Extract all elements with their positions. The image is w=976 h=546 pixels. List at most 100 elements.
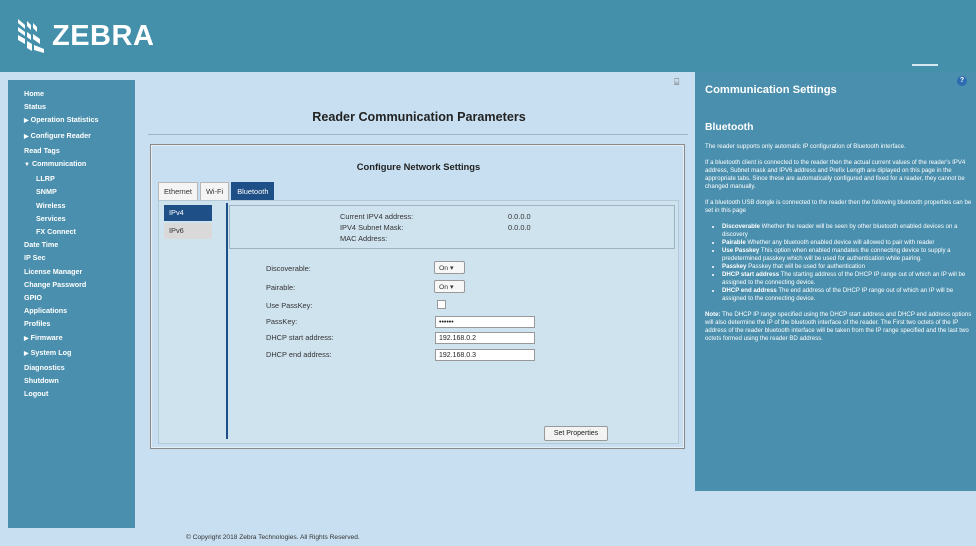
- caret-right-icon: ▶: [24, 335, 29, 342]
- print-icon[interactable]: ⌸: [674, 77, 679, 88]
- help-bullet: Discoverable Whether the reader will be …: [722, 223, 973, 239]
- caret-right-icon: ▶: [24, 350, 29, 357]
- sidebar-item-label: Read Tags: [24, 145, 60, 155]
- sidebar-item-llrp[interactable]: LLRP: [8, 172, 135, 185]
- help-bullet: Passkey Passkey that will be used for au…: [722, 263, 973, 271]
- subtab-ipv4[interactable]: IPv4: [164, 205, 212, 221]
- tab-ethernet[interactable]: Ethernet: [158, 182, 198, 200]
- current-ipv4-value: 0.0.0.0: [508, 212, 531, 221]
- sidebar-item-label: Firmware: [30, 332, 63, 342]
- panel-title: Configure Network Settings: [356, 161, 481, 172]
- help-bullet-list: Discoverable Whether the reader will be …: [722, 223, 973, 303]
- sidebar-item-label: Communication: [31, 159, 87, 169]
- sidebar-item-label: Date Time: [24, 240, 59, 250]
- sidebar-item-wireless[interactable]: Wireless: [8, 199, 135, 212]
- dhcp-end-input[interactable]: [435, 349, 535, 361]
- sidebar-item-label: Change Password: [24, 279, 87, 289]
- sidebar-item-gpio[interactable]: GPIO: [8, 291, 135, 304]
- header: ZEBRA: [0, 0, 976, 72]
- passkey-label: PassKey:: [266, 317, 298, 326]
- brand-name: ZEBRA: [52, 19, 155, 52]
- mac-address-label: MAC Address:: [340, 234, 388, 243]
- help-paragraph: If a bluetooth USB dongle is connected t…: [705, 199, 972, 214]
- sidebar-item-status[interactable]: Status: [8, 100, 135, 113]
- passkey-input[interactable]: [435, 316, 535, 328]
- sidebar-item-date-time[interactable]: Date Time: [8, 238, 135, 251]
- sidebar-item-applications[interactable]: Applications: [8, 304, 135, 317]
- current-ipv4-label: Current IPV4 address:: [340, 212, 414, 221]
- ip-info-box: Current IPV4 address: 0.0.0.0 IPV4 Subne…: [229, 205, 675, 249]
- sidebar-item-change-password[interactable]: Change Password: [8, 278, 135, 291]
- help-note: Note: The DHCP IP range specified using …: [705, 311, 972, 342]
- sidebar-item-label: Profiles: [24, 319, 51, 329]
- sidebar-item-label: Shutdown: [24, 376, 59, 386]
- help-title: Communication Settings: [705, 84, 837, 96]
- page-title: Reader Communication Parameters: [312, 110, 526, 124]
- caret-right-icon: ▶: [24, 118, 29, 125]
- sidebar-item-label: Operation Statistics: [30, 115, 99, 125]
- help-icon[interactable]: ?: [957, 76, 967, 86]
- sidebar-item-fx-connect[interactable]: FX Connect: [8, 225, 135, 238]
- brand-logo[interactable]: ZEBRA: [16, 17, 154, 55]
- help-paragraph: If a bluetooth client is connected to th…: [705, 159, 966, 190]
- sidebar-item-firmware[interactable]: ▶ Firmware: [8, 331, 135, 346]
- sidebar-item-label: Diagnostics: [24, 363, 65, 373]
- subtab-ipv6[interactable]: IPv6: [164, 223, 212, 239]
- subnet-mask-value: 0.0.0.0: [508, 223, 531, 232]
- sidebar-item-label: Configure Reader: [30, 130, 91, 140]
- pairable-select[interactable]: On ▾: [434, 280, 465, 293]
- use-passkey-checkbox[interactable]: [437, 300, 446, 309]
- network-settings-panel: Configure Network Settings Ethernet Wi-F…: [150, 144, 685, 449]
- subtab-divider: [226, 203, 228, 439]
- help-body: The reader supports only automatic IP co…: [705, 143, 973, 351]
- network-tabs: Ethernet Wi-Fi Bluetooth: [158, 182, 275, 200]
- sidebar-item-label: Home: [24, 89, 44, 98]
- help-panel: ? Communication Settings Bluetooth The r…: [695, 72, 976, 491]
- sidebar-item-label: SNMP: [36, 187, 57, 197]
- dhcp-start-label: DHCP start address:: [266, 333, 334, 342]
- help-bullet: Use Passkey This option when enabled man…: [722, 247, 973, 263]
- tab-bluetooth[interactable]: Bluetooth: [231, 182, 275, 200]
- sidebar-item-communication[interactable]: ▼ Communication: [8, 157, 135, 172]
- sidebar-item-label: Status: [24, 102, 46, 112]
- sidebar-item-logout[interactable]: Logout: [8, 387, 135, 400]
- sidebar-item-home[interactable]: Home: [8, 87, 135, 100]
- title-divider: [148, 134, 688, 135]
- sidebar-item-ip-sec[interactable]: IP Sec: [8, 251, 135, 264]
- set-properties-button[interactable]: Set Properties: [544, 426, 608, 441]
- sidebar-item-label: Applications: [24, 306, 68, 316]
- sidebar-item-label: Logout: [24, 389, 49, 399]
- sidebar-item-read-tags[interactable]: Read Tags: [8, 144, 135, 157]
- sidebar-item-license-manager[interactable]: License Manager: [8, 265, 135, 278]
- pairable-label: Pairable:: [266, 283, 296, 292]
- sidebar-item-label: IP Sec: [24, 253, 46, 263]
- help-bullet: Pairable Whether any bluetooth enabled d…: [722, 239, 973, 247]
- sidebar-item-configure-reader[interactable]: ▶ Configure Reader: [8, 129, 135, 144]
- sidebar-item-label: Wireless: [36, 200, 66, 210]
- caret-right-icon: ▶: [24, 133, 29, 140]
- dhcp-start-input[interactable]: [435, 332, 535, 344]
- header-divider: [912, 64, 938, 66]
- caret-down-icon: ▼: [24, 162, 30, 169]
- dhcp-end-label: DHCP end address:: [266, 350, 332, 359]
- sidebar-item-snmp[interactable]: SNMP: [8, 185, 135, 198]
- chevron-down-icon: ▾: [449, 265, 454, 272]
- sidebar-item-operation-statistics[interactable]: ▶ Operation Statistics: [8, 113, 135, 128]
- main-content: ⌸ Reader Communication Parameters Config…: [136, 72, 694, 546]
- sidebar-item-system-log[interactable]: ▶ System Log: [8, 346, 135, 361]
- use-passkey-label: Use PassKey:: [266, 301, 313, 310]
- discoverable-select[interactable]: On ▾: [434, 261, 465, 274]
- tab-wifi[interactable]: Wi-Fi: [199, 182, 230, 200]
- sidebar-item-profiles[interactable]: Profiles: [8, 317, 135, 330]
- sidebar-item-label: Services: [36, 213, 66, 223]
- zebra-head-icon: [18, 19, 44, 53]
- sidebar-item-shutdown[interactable]: Shutdown: [8, 374, 135, 387]
- discoverable-value: On: [439, 265, 449, 272]
- sidebar-item-label: System Log: [30, 347, 72, 357]
- sidebar-item-services[interactable]: Services: [8, 212, 135, 225]
- pairable-value: On: [439, 284, 449, 291]
- help-paragraph: The reader supports only automatic IP co…: [705, 143, 906, 150]
- sidebar-item-diagnostics[interactable]: Diagnostics: [8, 361, 135, 374]
- sidebar-nav: Home Status ▶ Operation Statistics ▶ Configur…: [8, 80, 135, 528]
- help-subtitle: Bluetooth: [705, 122, 754, 133]
